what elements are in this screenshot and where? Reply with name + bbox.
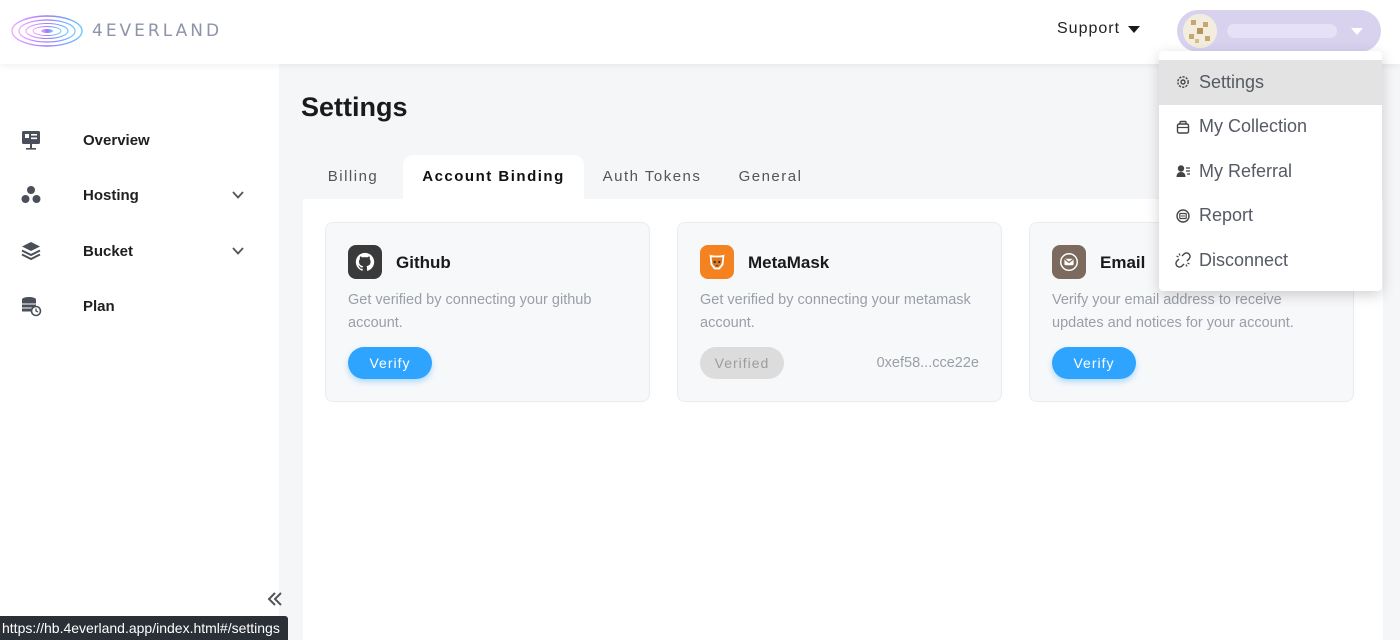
hosting-icon xyxy=(21,186,41,203)
sidebar-item-bucket[interactable]: Bucket xyxy=(0,231,279,271)
menu-item-my-collection[interactable]: My Collection xyxy=(1159,105,1382,150)
brand-logo-icon xyxy=(11,15,83,47)
metamask-binding-card: MetaMask Get verified by connecting your… xyxy=(677,222,1002,402)
referral-icon xyxy=(1176,165,1190,178)
gear-icon xyxy=(1177,76,1189,89)
chevron-down-icon[interactable] xyxy=(231,244,245,258)
card-description: Verify your email address to receive upd… xyxy=(1052,292,1294,331)
menu-item-my-referral[interactable]: My Referral xyxy=(1159,149,1382,194)
support-menu[interactable]: Support xyxy=(1057,20,1141,38)
collection-icon xyxy=(1176,120,1190,134)
github-binding-card: Github Get verified by connecting your g… xyxy=(325,222,650,402)
sidebar-item-label: Bucket xyxy=(83,242,134,260)
menu-item-report[interactable]: Report xyxy=(1159,194,1382,239)
metamask-icon xyxy=(700,245,734,279)
avatar xyxy=(1183,14,1217,48)
sidebar: Overview Hosting Bucket Plan xyxy=(0,64,282,640)
metamask-verified-badge: Verified xyxy=(700,347,784,379)
sidebar-item-overview[interactable]: Overview xyxy=(0,120,279,160)
tab-general[interactable]: General xyxy=(723,155,818,199)
github-verify-button[interactable]: Verify xyxy=(348,347,432,379)
menu-item-label: Report xyxy=(1199,205,1254,226)
brand-wordmark: 4EVERLAND xyxy=(92,21,223,41)
menu-item-label: My Collection xyxy=(1199,116,1308,137)
collapse-sidebar-icon[interactable] xyxy=(264,588,286,610)
sidebar-item-hosting[interactable]: Hosting xyxy=(0,175,279,215)
menu-item-label: My Referral xyxy=(1199,160,1293,181)
plan-icon xyxy=(22,297,42,317)
account-address-masked xyxy=(1227,24,1337,38)
card-title: Github xyxy=(396,253,451,272)
browser-status-url: https://hb.4everland.app/index.html#/set… xyxy=(0,616,288,640)
brand-logo[interactable]: 4EVERLAND xyxy=(10,14,222,48)
chevron-down-icon[interactable] xyxy=(231,188,245,202)
email-verify-button[interactable]: Verify xyxy=(1052,347,1136,379)
tab-account-binding[interactable]: Account Binding xyxy=(403,155,584,199)
tab-auth-tokens[interactable]: Auth Tokens xyxy=(587,155,717,199)
support-label: Support xyxy=(1057,20,1121,37)
menu-item-label: Settings xyxy=(1199,71,1265,92)
disconnect-icon xyxy=(1175,252,1191,268)
report-icon xyxy=(1176,209,1190,223)
card-title: MetaMask xyxy=(748,253,830,272)
menu-item-disconnect[interactable]: Disconnect xyxy=(1159,238,1382,283)
sidebar-item-plan[interactable]: Plan xyxy=(0,286,279,326)
account-menu-button[interactable] xyxy=(1177,10,1381,52)
menu-item-settings[interactable]: Settings xyxy=(1159,60,1382,105)
sidebar-item-label: Plan xyxy=(83,297,115,315)
sidebar-item-label: Overview xyxy=(83,131,150,149)
page-title: Settings xyxy=(301,92,408,122)
caret-down-icon xyxy=(1128,25,1141,33)
email-icon xyxy=(1052,245,1086,279)
menu-item-label: Disconnect xyxy=(1199,249,1289,270)
card-description: Get verified by connecting your metamask… xyxy=(700,292,971,331)
account-dropdown-menu: Settings My Collection My Referral Repor… xyxy=(1159,51,1382,291)
tab-billing[interactable]: Billing xyxy=(303,155,403,199)
card-description: Get verified by connecting your github a… xyxy=(348,292,592,331)
card-title: Email xyxy=(1100,253,1146,272)
sidebar-item-label: Hosting xyxy=(83,186,139,204)
wallet-address: 0xef58...cce22e xyxy=(876,355,979,371)
github-icon xyxy=(348,245,382,279)
bucket-icon xyxy=(21,242,41,261)
chevron-down-icon xyxy=(1351,28,1363,35)
overview-icon xyxy=(22,131,40,150)
